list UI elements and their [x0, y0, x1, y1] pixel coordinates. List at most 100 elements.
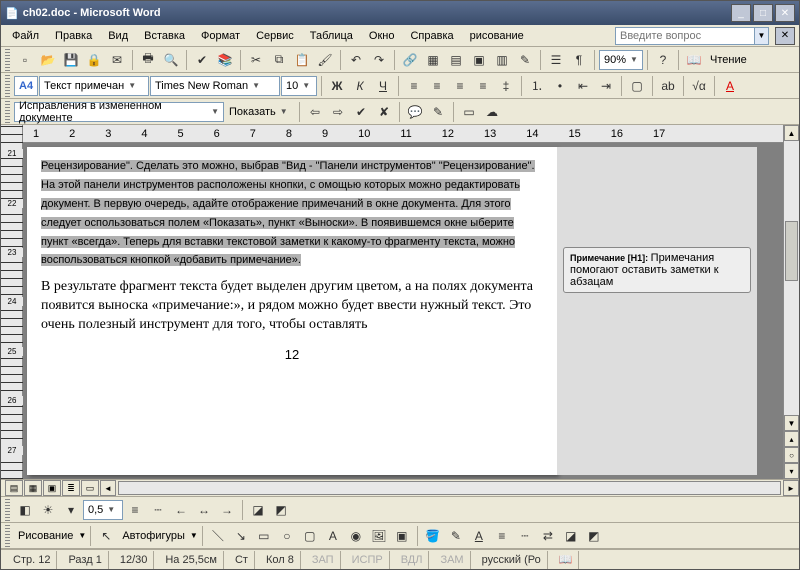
line-style-icon[interactable]: ≡ [124, 499, 146, 521]
align-center-icon[interactable]: ≡ [426, 75, 448, 97]
diagram-icon[interactable]: ◉ [345, 525, 367, 547]
doc-map-icon[interactable]: ☰ [545, 49, 567, 71]
arrow-style-icon[interactable]: ↔ [193, 499, 215, 521]
show-marks-icon[interactable]: ¶ [568, 49, 590, 71]
minimize-button[interactable]: _ [731, 4, 751, 22]
outdent-icon[interactable]: ⇤ [572, 75, 594, 97]
align-right-icon[interactable]: ≡ [449, 75, 471, 97]
line-spacing-icon[interactable]: ‡ [495, 75, 517, 97]
brightness-icon[interactable]: ☀ [37, 499, 59, 521]
open-icon[interactable]: 📂 [37, 49, 59, 71]
prev-change-icon[interactable]: ⇦ [304, 101, 326, 123]
reviewing-pane-icon[interactable]: ▭ [458, 101, 480, 123]
line-tool-icon[interactable]: ＼ [207, 525, 229, 547]
paste-icon[interactable]: 📋 [291, 49, 313, 71]
drawing-menu[interactable]: Рисование [14, 530, 77, 542]
hyperlink-icon[interactable]: 🔗 [399, 49, 421, 71]
italic-icon[interactable]: К [349, 75, 371, 97]
close-button[interactable]: ✕ [775, 4, 795, 22]
highlighted-text[interactable]: Рецензирование". Сделать это можно, выбр… [41, 160, 535, 266]
menu-edit[interactable]: Правка [48, 28, 99, 44]
status-ovr[interactable]: ЗАМ [434, 551, 470, 569]
review-mode-combo[interactable]: Исправления в измененном документе▼ [14, 102, 224, 122]
browse-object-icon[interactable]: ○ [784, 447, 799, 463]
excel-icon[interactable]: ▣ [468, 49, 490, 71]
reading-label[interactable]: Чтение [706, 54, 751, 66]
dash-style-icon[interactable]: ┄ [147, 499, 169, 521]
font-combo[interactable]: Times New Roman▼ [150, 76, 280, 96]
text-color-icon[interactable]: A [468, 525, 490, 547]
normal-view-icon[interactable]: ▤ [5, 480, 23, 496]
help-icon[interactable]: ? [652, 49, 674, 71]
print-view-icon[interactable]: ▣ [43, 480, 61, 496]
bulleted-list-icon[interactable]: • [549, 75, 571, 97]
rectangle-tool-icon[interactable]: ▭ [253, 525, 275, 547]
drawing-toolbar-icon[interactable]: ✎ [514, 49, 536, 71]
redo-icon[interactable]: ↷ [368, 49, 390, 71]
menu-format[interactable]: Формат [194, 28, 247, 44]
font-color-icon[interactable]: A [719, 75, 741, 97]
outline-view-icon[interactable]: ≣ [62, 480, 80, 496]
bold-icon[interactable]: Ж [326, 75, 348, 97]
fill-color-icon[interactable]: 🪣 [422, 525, 444, 547]
research-icon[interactable]: 📚 [214, 49, 236, 71]
style-quick[interactable]: A4 [14, 76, 38, 96]
menu-table[interactable]: Таблица [303, 28, 360, 44]
arrow-begin-icon[interactable]: ← [170, 499, 192, 521]
copy-icon[interactable]: ⧉ [268, 49, 290, 71]
spellcheck-icon[interactable]: ✔ [191, 49, 213, 71]
menu-insert[interactable]: Вставка [137, 28, 192, 44]
balloon-icon[interactable]: ☁ [481, 101, 503, 123]
menu-view[interactable]: Вид [101, 28, 135, 44]
insert-table-icon[interactable]: ▤ [445, 49, 467, 71]
menu-window[interactable]: Окно [362, 28, 402, 44]
3d-effects-icon[interactable]: ◩ [583, 525, 605, 547]
align-left-icon[interactable]: ≡ [403, 75, 425, 97]
next-page-icon[interactable]: ▾ [784, 463, 799, 479]
formula-icon[interactable]: √α [688, 75, 710, 97]
oval-tool-icon[interactable]: ○ [276, 525, 298, 547]
show-combo[interactable]: Показать▼ [225, 102, 295, 122]
menu-help[interactable]: Справка [403, 28, 460, 44]
status-spell-icon[interactable]: 📖 [553, 551, 580, 569]
scroll-right-icon[interactable]: ► [783, 480, 799, 496]
scroll-up-icon[interactable]: ▲ [784, 125, 799, 141]
arrow-tool-icon[interactable]: ↘ [230, 525, 252, 547]
web-view-icon[interactable]: ▦ [24, 480, 42, 496]
reading-view-icon[interactable]: ▭ [81, 480, 99, 496]
status-ext[interactable]: ВДЛ [395, 551, 430, 569]
arrows-icon[interactable]: ⇄ [537, 525, 559, 547]
tables-borders-icon[interactable]: ▦ [422, 49, 444, 71]
shadow-icon[interactable]: ◪ [560, 525, 582, 547]
highlight-icon[interactable]: ab [657, 75, 679, 97]
menu-tools[interactable]: Сервис [249, 28, 301, 44]
toolbar-grip[interactable] [5, 499, 10, 521]
cut-icon[interactable]: ✂ [245, 49, 267, 71]
justify-icon[interactable]: ≡ [472, 75, 494, 97]
zoom-combo[interactable]: 90%▼ [599, 50, 643, 70]
picture-icon[interactable]: ▣ [391, 525, 413, 547]
body-text[interactable]: В результате фрагмент текста будет выдел… [41, 278, 543, 335]
prev-page-icon[interactable]: ▴ [784, 431, 799, 447]
wordart-icon[interactable]: A [322, 525, 344, 547]
permissions-icon[interactable]: 🔒 [83, 49, 105, 71]
document-page[interactable]: Рецензирование". Сделать это можно, выбр… [27, 147, 557, 475]
dash-icon[interactable]: ┄ [514, 525, 536, 547]
help-question-dropdown[interactable]: ▼ [755, 27, 769, 45]
accept-change-icon[interactable]: ✔ [350, 101, 372, 123]
email-icon[interactable]: ✉ [106, 49, 128, 71]
vertical-scrollbar[interactable]: ▲ ▼ ▴ ○ ▾ [783, 125, 799, 479]
reject-change-icon[interactable]: ✘ [373, 101, 395, 123]
doc-close-button[interactable]: ✕ [775, 27, 795, 45]
print-icon[interactable]: 🖶 [137, 49, 159, 71]
numbered-list-icon[interactable]: ⒈ [526, 75, 548, 97]
maximize-button[interactable]: □ [753, 4, 773, 22]
indent-icon[interactable]: ⇥ [595, 75, 617, 97]
next-change-icon[interactable]: ⇨ [327, 101, 349, 123]
status-trk[interactable]: ИСПР [346, 551, 390, 569]
save-icon[interactable]: 💾 [60, 49, 82, 71]
style-combo[interactable]: Текст примечан▼ [39, 76, 149, 96]
scroll-thumb[interactable] [785, 221, 798, 281]
toolbar-grip[interactable] [5, 101, 10, 123]
shadows-icon[interactable]: ◪ [247, 499, 269, 521]
